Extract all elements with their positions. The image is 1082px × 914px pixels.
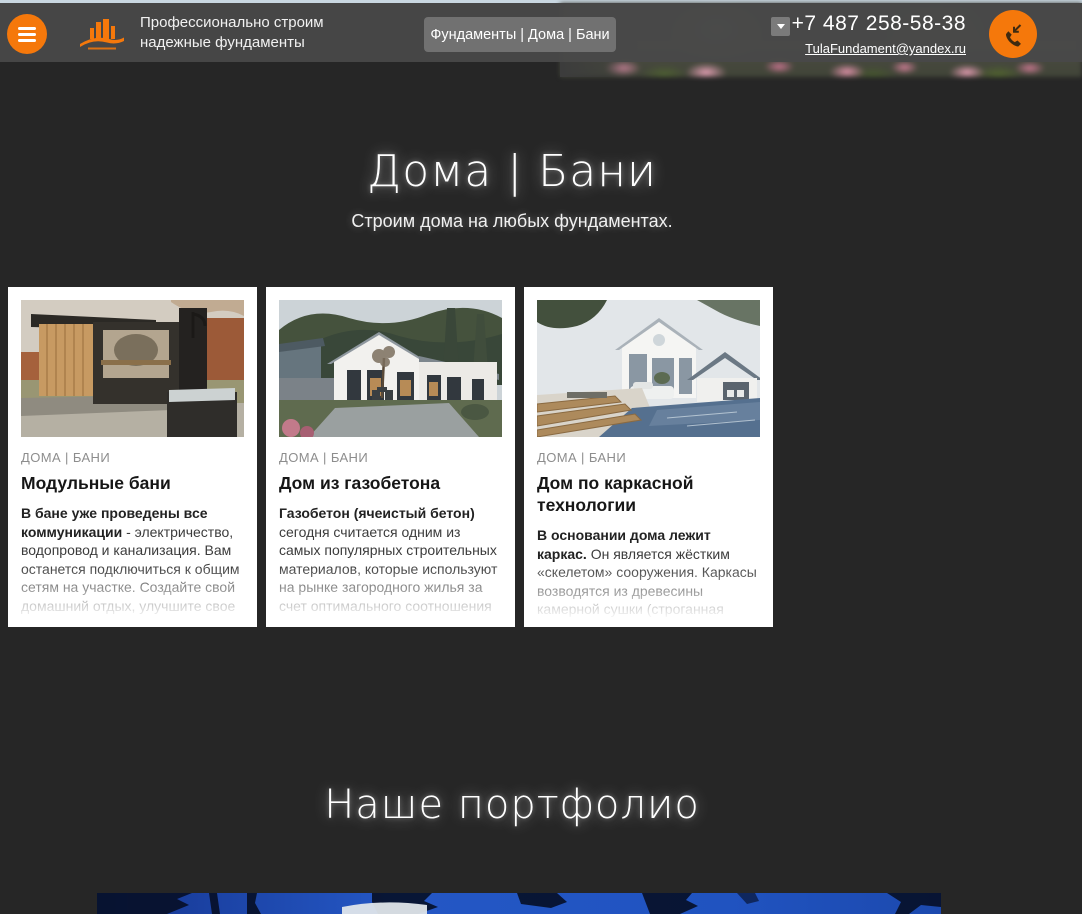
hamburger-menu-icon bbox=[18, 39, 36, 42]
sections-nav-button[interactable]: Фундаменты | Дома | Бани bbox=[424, 17, 616, 52]
card-lead: Газобетон (ячеистый бетон) bbox=[279, 505, 475, 521]
incoming-call-icon bbox=[999, 20, 1027, 48]
card-category: ДОМА | БАНИ bbox=[537, 450, 760, 465]
portfolio-slider-image[interactable] bbox=[97, 893, 941, 914]
card-title[interactable]: Дом из газобетона bbox=[279, 472, 502, 494]
card-body: В бане уже проведены все коммуникации - … bbox=[21, 504, 244, 615]
phone-dropdown-button[interactable] bbox=[771, 17, 790, 36]
card-title[interactable]: Модульные бани bbox=[21, 472, 244, 494]
hamburger-menu-icon bbox=[18, 27, 36, 30]
header-tagline: Профессионально строим надежные фундамен… bbox=[140, 13, 324, 53]
page-subtitle: Строим дома на любых фундаментах. bbox=[0, 211, 1024, 232]
card-body: Газобетон (ячеистый бетон) сегодня счита… bbox=[279, 504, 502, 627]
portfolio-section-title: Наше портфолио bbox=[0, 782, 1024, 828]
company-logo-icon[interactable] bbox=[78, 17, 126, 51]
email-link[interactable]: TulaFundament@yandex.ru bbox=[805, 41, 966, 56]
card-photo-frame-house bbox=[537, 300, 760, 437]
page: Профессионально строим надежные фундамен… bbox=[0, 0, 1082, 914]
phone-number-link[interactable]: +7 487 258-58-38 bbox=[792, 12, 966, 36]
article-card-frame-house[interactable]: ДОМА | БАНИ Дом по каркасной технологии … bbox=[524, 287, 773, 627]
article-card-aerated-concrete[interactable]: ДОМА | БАНИ Дом из газобетона Газобетон … bbox=[266, 287, 515, 627]
tagline-line-1: Профессионально строим bbox=[140, 13, 324, 33]
tagline-line-2: надежные фундаменты bbox=[140, 33, 324, 53]
hamburger-menu-button[interactable] bbox=[7, 14, 47, 54]
article-card-modular-baths[interactable]: ДОМА | БАНИ Модульные бани В бане уже пр… bbox=[8, 287, 257, 627]
card-category: ДОМА | БАНИ bbox=[279, 450, 502, 465]
page-title: Дома | Бани bbox=[0, 146, 1024, 197]
card-text: сегодня считается одним из самых популяр… bbox=[279, 524, 497, 628]
card-photo-aerated-concrete-house bbox=[279, 300, 502, 437]
card-title[interactable]: Дом по каркасной технологии bbox=[537, 472, 760, 516]
hamburger-menu-icon bbox=[18, 33, 36, 36]
site-header: Профессионально строим надежные фундамен… bbox=[0, 3, 1082, 77]
card-category: ДОМА | БАНИ bbox=[21, 450, 244, 465]
card-body: В основании дома лежит каркас. Он являет… bbox=[537, 526, 760, 627]
callback-button[interactable] bbox=[989, 10, 1037, 58]
chevron-down-icon bbox=[777, 24, 785, 29]
card-photo-modular-bath bbox=[21, 300, 244, 437]
